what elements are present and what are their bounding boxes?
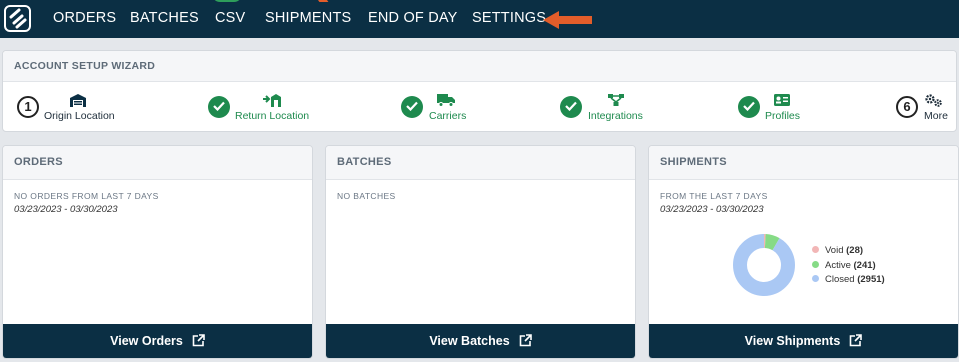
check-icon [738,96,760,118]
step-number: 6 [896,96,918,118]
batches-subtitle: NO BATCHES [337,191,396,201]
legend-label: Active [825,259,851,271]
step-label: Origin Location [44,110,115,122]
orders-card-title: ORDERS [3,146,312,180]
external-link-icon [850,334,863,347]
warehouse-icon [70,94,86,107]
step-label: Return Location [235,110,310,122]
wizard-step-profiles[interactable]: Profiles [738,94,808,128]
shipments-date-range: 03/23/2023 - 03/30/2023 [660,204,764,215]
legend-swatch [812,275,819,282]
shipments-subtitle: FROM THE LAST 7 DAYS [660,191,768,201]
view-batches-label: View Batches [429,334,510,348]
check-icon [560,96,582,118]
top-nav: ORDERS BATCHES CSV SHIPMENTS END OF DAY … [0,0,959,38]
network-icon [608,94,624,106]
step-label: More [924,110,948,122]
orders-subtitle: NO ORDERS FROM LAST 7 DAYS [14,191,159,201]
nav-decoration [212,0,242,2]
external-link-icon [519,334,532,347]
shipments-card: SHIPMENTS FROM THE LAST 7 DAYS 03/23/202… [648,145,959,359]
check-icon [401,96,423,118]
step-number: 1 [17,96,39,118]
batches-card: BATCHES NO BATCHES View Batches [325,145,636,359]
legend-item-void: Void (28) [812,244,885,259]
legend-item-closed: Closed (2951) [812,273,885,288]
step-label: Profiles [765,110,801,122]
legend-swatch [812,260,819,268]
truck-icon [437,94,455,107]
return-arrow-icon [263,94,281,107]
legend-count: (2951) [857,274,885,285]
batches-card-title: BATCHES [326,146,635,180]
wizard-step-origin-location[interactable]: 1 Origin Location [17,94,127,128]
app-logo-icon[interactable] [4,5,31,32]
shipments-card-title: SHIPMENTS [649,146,958,180]
legend-label: Closed [825,274,855,285]
wizard-step-more[interactable]: 6 More [896,94,951,128]
setup-wizard: ACCOUNT SETUP WIZARD 1 Origin Location R… [2,50,957,132]
view-orders-label: View Orders [110,334,183,348]
legend-count: (241) [853,259,876,271]
legend-count: (28) [846,245,864,256]
nav-csv[interactable]: CSV [215,10,245,26]
legend-label: Void [825,245,844,256]
legend-item-active: Active (241) [812,259,885,274]
check-icon [208,96,230,118]
orders-card: ORDERS NO ORDERS FROM LAST 7 DAYS 03/23/… [2,145,313,359]
step-label: Carriers [429,110,467,122]
id-card-icon [774,94,790,106]
step-label: Integrations [588,110,643,122]
nav-settings[interactable]: SETTINGS [472,10,546,26]
view-batches-button[interactable]: View Batches [326,324,635,358]
pointer-arrow-icon [543,11,592,29]
orders-date-range: 03/23/2023 - 03/30/2023 [14,204,118,215]
shipments-legend: Void (28) Active (241) Closed (2951) [812,244,885,288]
nav-batches[interactable]: BATCHES [130,10,199,26]
view-shipments-label: View Shipments [744,334,841,348]
donut-slice-closed [733,234,795,296]
wizard-step-return-location[interactable]: Return Location [208,94,318,128]
legend-swatch [812,246,819,253]
shipments-donut-chart [733,234,795,296]
wizard-title: ACCOUNT SETUP WIZARD [3,51,956,82]
external-link-icon [192,334,205,347]
view-orders-button[interactable]: View Orders [3,324,312,358]
nav-orders[interactable]: ORDERS [53,10,116,26]
view-shipments-button[interactable]: View Shipments [649,324,958,358]
gears-icon [925,94,942,107]
nav-end-of-day[interactable]: END OF DAY [368,10,458,26]
wizard-step-carriers[interactable]: Carriers [401,94,481,128]
wizard-step-integrations[interactable]: Integrations [560,94,655,128]
nav-decoration [316,0,329,2]
nav-shipments[interactable]: SHIPMENTS [265,10,351,26]
